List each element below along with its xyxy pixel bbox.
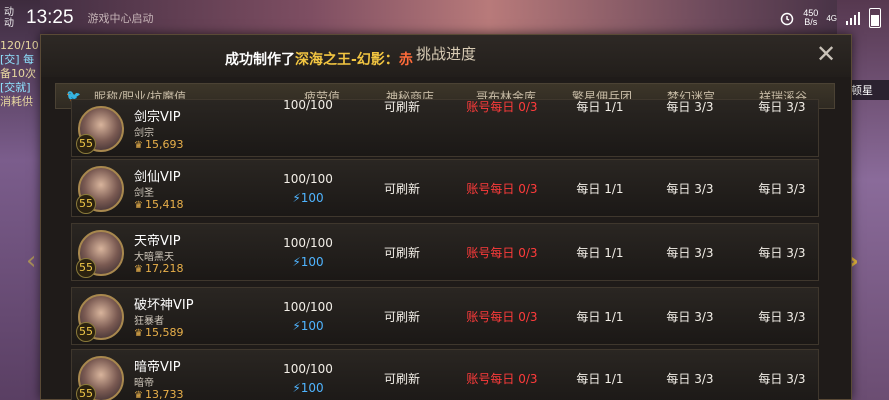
fatigue-bolt: ⚡100 [292, 381, 324, 395]
maze-status: 每日 3/3 [666, 246, 714, 260]
fatigue-value: 100/100 [283, 362, 333, 376]
merc-status: 每日 1/1 [576, 182, 624, 196]
crown-icon: ♛ [134, 200, 143, 211]
lightning-icon: ⚡ [292, 381, 301, 395]
char-name: 破坏神VIP [134, 298, 194, 313]
vault-status: 账号每日 0/3 [466, 372, 538, 386]
fatigue-value: 100/100 [283, 300, 333, 314]
fatigue-value: 100/100 [283, 236, 333, 250]
shop-status: 可刷新 [383, 100, 420, 114]
merc-status: 每日 1/1 [576, 372, 624, 386]
level-badge: 55 [76, 384, 96, 400]
crown-icon: ♛ [134, 328, 143, 339]
merc-status: 每日 1/1 [576, 100, 624, 114]
vault-status: 账号每日 0/3 [466, 310, 538, 324]
char-power: ♛ 15,693 [134, 138, 184, 151]
char-job: 大暗黑天 [134, 252, 174, 263]
level-badge: 55 [76, 194, 96, 214]
lightning-icon: ⚡ [292, 319, 301, 333]
char-name: 天帝VIP [134, 234, 181, 249]
char-job: 剑宗 [134, 128, 154, 139]
char-name: 剑宗VIP [134, 110, 181, 125]
char-power: ♛ 15,418 [134, 198, 184, 211]
valley-status: 每日 3/3 [758, 100, 806, 114]
vault-status: 账号每日 0/3 [466, 100, 538, 114]
maze-status: 每日 3/3 [666, 182, 714, 196]
challenge-progress-panel: 挑战进度 成功制作了深海之王-幻影：赤 ✕ 🐦 昵称/职业/抗魔值 疲劳值 神秘… [40, 34, 852, 400]
maze-status: 每日 3/3 [666, 310, 714, 324]
net-speed: 450 B/s [803, 8, 819, 27]
crown-icon: ♛ [134, 264, 143, 275]
signal-icon [846, 12, 860, 25]
close-button[interactable]: ✕ [813, 41, 839, 67]
table-row[interactable]: 55 剑仙VIP 剑圣 ♛ 15,418 100/100 ⚡100 可刷新 账号每… [71, 159, 819, 217]
chat-fragments: 120/10 [交] 每 备10次 [交就] 消耗供 [0, 39, 39, 108]
char-job: 剑圣 [134, 188, 154, 199]
crown-icon: ♛ [134, 140, 143, 151]
table-row[interactable]: 55 暗帝VIP 暗帝 ♛ 13,733 100/100 ⚡100 可刷新 账号每… [71, 349, 819, 400]
notification-text: 动动 [4, 7, 14, 29]
valley-status: 每日 3/3 [758, 182, 806, 196]
level-badge: 55 [76, 322, 96, 342]
panel-title: 挑战进度 [415, 45, 476, 63]
table-row[interactable]: 55 破坏神VIP 狂暴者 ♛ 15,589 100/100 ⚡100 可刷新 账… [71, 287, 819, 345]
shop-status: 可刷新 [383, 246, 420, 260]
lightning-icon: ⚡ [292, 191, 301, 205]
shop-status: 可刷新 [383, 182, 420, 196]
fatigue-value: 100/100 [283, 172, 333, 186]
merc-status: 每日 1/1 [576, 246, 624, 260]
merc-status: 每日 1/1 [576, 310, 624, 324]
char-name: 暗帝VIP [134, 360, 181, 375]
fatigue-bolt: ⚡100 [292, 319, 324, 333]
vault-status: 账号每日 0/3 [466, 246, 538, 260]
prev-page-arrow[interactable]: ‹ [26, 246, 36, 276]
fatigue-bolt: ⚡100 [292, 191, 324, 205]
char-power: ♛ 15,589 [134, 326, 184, 339]
fatigue-value: 100/100 [283, 98, 333, 112]
shop-status: 可刷新 [383, 372, 420, 386]
level-badge: 55 [76, 134, 96, 154]
char-job: 狂暴者 [134, 316, 164, 327]
clock: 13:25 [26, 7, 74, 28]
crown-icon: ♛ [134, 390, 143, 400]
maze-status: 每日 3/3 [666, 100, 714, 114]
char-power: ♛ 13,733 [134, 388, 184, 400]
lightning-icon: ⚡ [292, 255, 301, 269]
valley-status: 每日 3/3 [758, 246, 806, 260]
valley-status: 每日 3/3 [758, 310, 806, 324]
game-notice: 游戏中心启动 [87, 12, 154, 25]
signal-label: 4G [826, 13, 837, 23]
shop-status: 可刷新 [383, 310, 420, 324]
valley-status: 每日 3/3 [758, 372, 806, 386]
char-job: 暗帝 [134, 378, 154, 389]
craft-success-toast: 成功制作了深海之王-幻影：赤 [225, 52, 413, 68]
char-name: 剑仙VIP [134, 170, 181, 185]
level-badge: 55 [76, 258, 96, 278]
maze-status: 每日 3/3 [666, 372, 714, 386]
battery-icon [869, 8, 881, 28]
vault-status: 账号每日 0/3 [466, 182, 538, 196]
char-power: ♛ 17,218 [134, 262, 184, 275]
table-row[interactable]: 55 剑宗VIP 剑宗 ♛ 15,693 100/100 可刷新 账号每日 0/3… [71, 98, 819, 157]
table-row[interactable]: 55 天帝VIP 大暗黑天 ♛ 17,218 100/100 ⚡100 可刷新 账… [71, 223, 819, 281]
panel-header: 挑战进度 成功制作了深海之王-幻影：赤 ✕ [41, 35, 851, 77]
fatigue-bolt: ⚡100 [292, 255, 324, 269]
alarm-icon [781, 12, 794, 26]
status-bar: 动动 13:25 游戏中心启动 450 B/s 4G [0, 0, 889, 36]
